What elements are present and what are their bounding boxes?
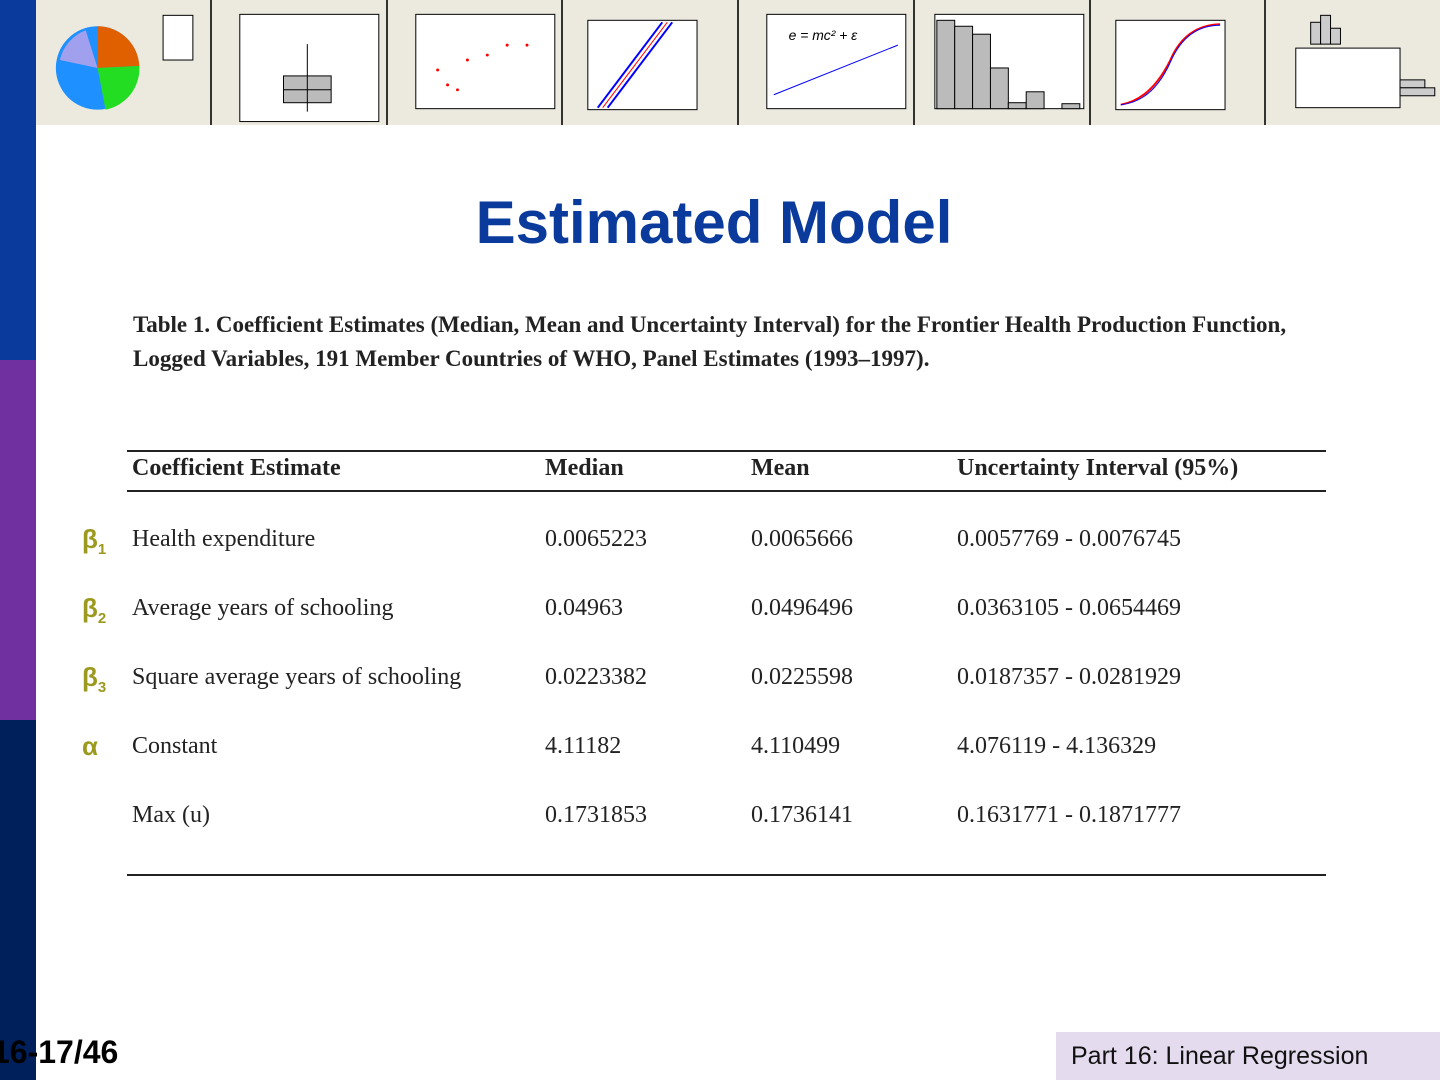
footer-section-label: Part 16: Linear Regression (1056, 1032, 1440, 1080)
table-cell: Health expenditure (132, 526, 316, 552)
marginal-plot-thumbnail (1266, 0, 1440, 125)
coefficient-symbol: β3 (82, 662, 106, 696)
side-bar-purple (0, 360, 36, 720)
table-top-rule (127, 450, 1326, 452)
table-caption: Table 1. Coefficient Estimates (Median, … (133, 312, 1287, 371)
table-cell: 0.0065223 (545, 526, 647, 552)
symbol-letter: β (82, 593, 98, 623)
symbol-subscript: 1 (97, 541, 107, 559)
pie-chart-thumbnail (36, 0, 212, 125)
empirical-cdf-thumbnail (1091, 0, 1267, 125)
table-cell: 4.076119 - 4.136329 (957, 733, 1157, 759)
coefficient-symbol: β2 (82, 593, 106, 627)
table-cell: 0.1631771 - 0.1871777 (957, 802, 1181, 828)
slide-title: Estimated Model (475, 189, 953, 256)
coefficient-symbol: α (82, 731, 98, 762)
scatterplot-thumbnail (388, 0, 564, 125)
side-bar-navy (0, 720, 36, 1080)
symbol-letter: β (82, 662, 98, 692)
coefficient-symbol: β1 (82, 524, 106, 558)
table-cell: Square average years of schooling (132, 664, 462, 690)
svg-text:e = mc² + ε: e = mc² + ε (789, 27, 859, 43)
table-cell: 0.0187357 - 0.0281929 (957, 664, 1181, 690)
table-header-rule (127, 490, 1326, 492)
table-cell: 4.11182 (545, 733, 622, 759)
header-mean: Mean (751, 455, 810, 481)
table-cell: 0.0225598 (751, 664, 853, 690)
header-coefficient: Coefficient Estimate (132, 455, 341, 481)
table-cell: 0.0496496 (751, 595, 853, 621)
table-bottom-rule (127, 874, 1326, 876)
scatter-regression-thumbnail: e = mc² + ε (739, 0, 915, 125)
boxplot-thumbnail (212, 0, 388, 125)
table-cell: 0.0057769 - 0.0076745 (957, 526, 1181, 552)
side-bar-blue (0, 0, 36, 360)
table-cell: 0.0363105 - 0.0654469 (957, 595, 1181, 621)
symbol-letter: β (82, 524, 98, 554)
table-cell: Constant (132, 733, 218, 759)
symbol-subscript: 2 (97, 610, 107, 628)
table-cell: 0.0065666 (751, 526, 853, 552)
table-cell: 4.110499 (751, 733, 841, 759)
page-number: 16-17/46 (0, 1034, 119, 1070)
chart-thumbnail-banner: e = mc² + ε (36, 0, 1440, 125)
symbol-letter: α (82, 731, 98, 761)
probability-plot-thumbnail (563, 0, 739, 125)
table-cell: Average years of schooling (132, 595, 394, 621)
header-interval: Uncertainty Interval (95%) (957, 455, 1239, 481)
table-cell: 0.1731853 (545, 802, 647, 828)
symbol-subscript: 3 (97, 679, 107, 697)
table-cell: 0.1736141 (751, 802, 853, 828)
histogram-thumbnail (915, 0, 1091, 125)
table-cell: 0.0223382 (545, 664, 647, 690)
table-cell: 0.04963 (545, 595, 623, 621)
table-cell: Max (u) (132, 802, 210, 828)
header-median: Median (545, 455, 624, 481)
